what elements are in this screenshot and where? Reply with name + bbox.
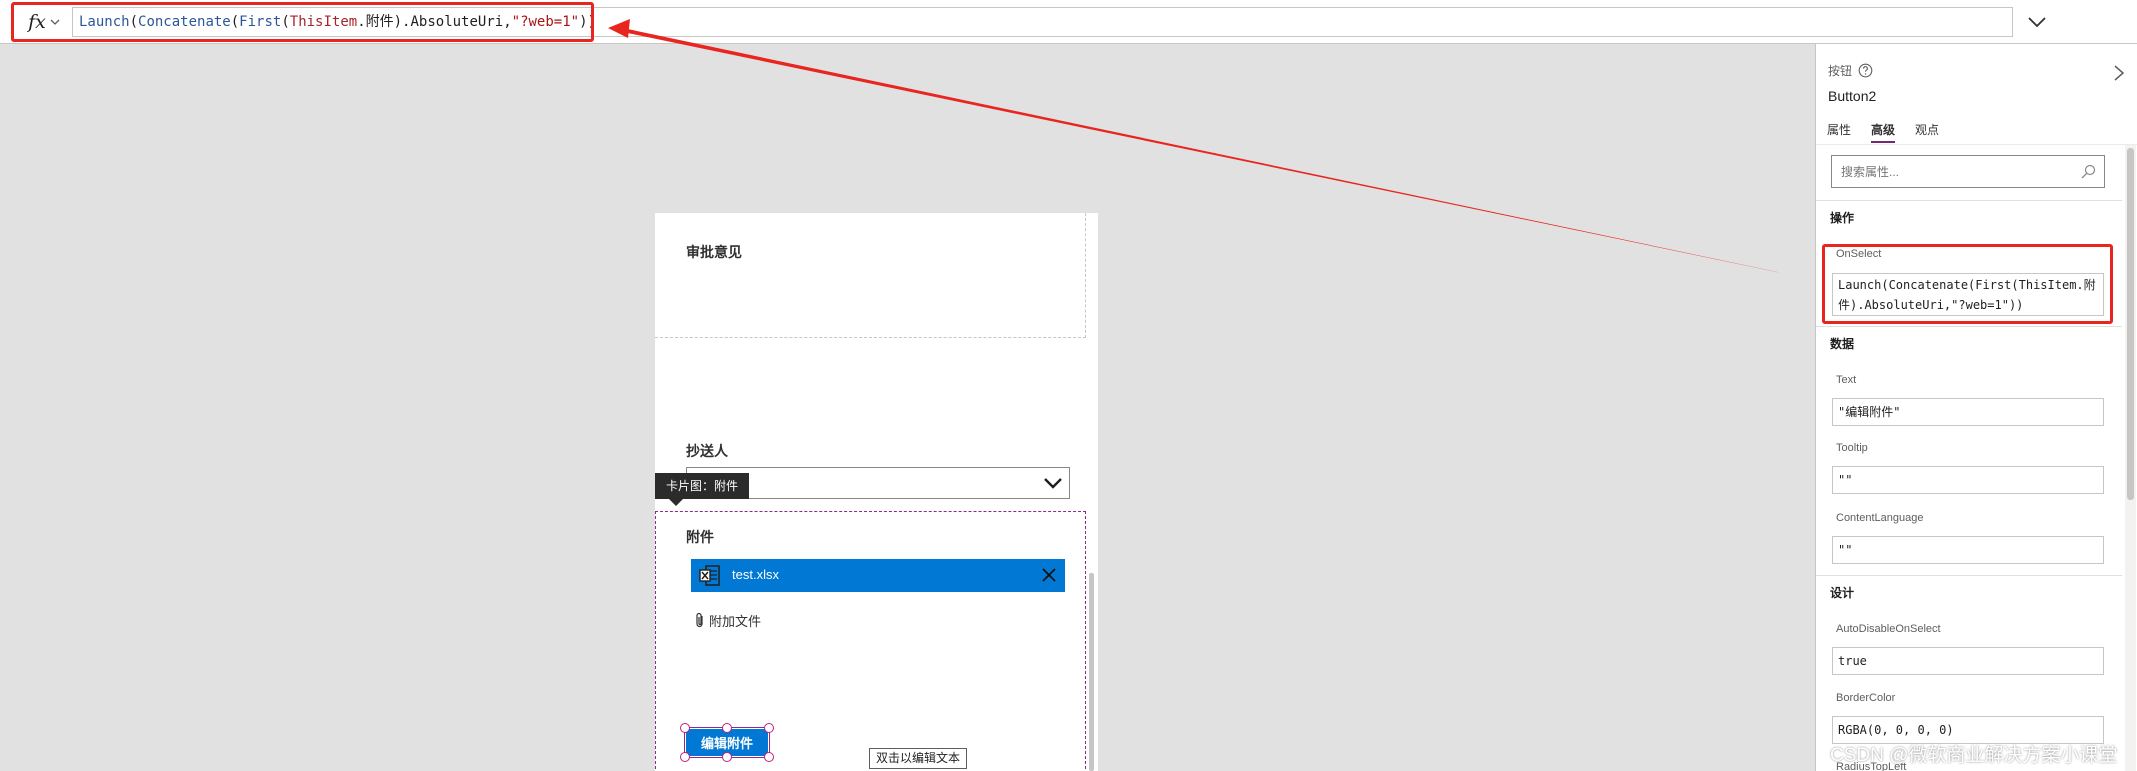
card-name-tooltip-text: 卡片图：附件 (666, 479, 739, 493)
tooltip-prop-field[interactable]: "" (1832, 466, 2104, 494)
text-prop-label: Text (1836, 374, 1857, 386)
resize-handle[interactable] (680, 752, 690, 762)
autodisable-prop-label: AutoDisableOnSelect (1836, 623, 1941, 635)
tabs-divider (1816, 144, 2137, 145)
expand-formula-button[interactable] (2022, 10, 2052, 34)
form-scrollbar[interactable] (1089, 573, 1094, 771)
contentlanguage-prop-field[interactable]: "" (1832, 536, 2104, 564)
tab-advanced[interactable]: 高级 (1871, 121, 1896, 143)
approval-card[interactable] (655, 213, 1086, 338)
close-icon[interactable] (1041, 567, 1057, 583)
contentlanguage-prop-label: ContentLanguage (1836, 512, 1924, 524)
onselect-highlight-box (1822, 244, 2113, 324)
property-panel: 按钮 Button2 属性 高级 观点 操作 OnSelect Launch(C… (1815, 44, 2137, 771)
property-search-input[interactable] (1832, 156, 2072, 187)
tab-properties[interactable]: 属性 (1827, 121, 1851, 143)
approval-label: 审批意见 (686, 244, 742, 260)
control-name: Button2 (1828, 88, 1877, 104)
section-action: 操作 (1830, 211, 1855, 225)
search-icon (2081, 164, 2096, 179)
formula-highlight-box (11, 2, 594, 42)
section-data: 数据 (1830, 337, 1855, 351)
chevron-right-icon[interactable] (2113, 64, 2125, 82)
control-type: 按钮 (1828, 62, 1873, 79)
chevron-down-icon (2028, 17, 2046, 27)
control-type-label: 按钮 (1828, 64, 1853, 78)
section-design: 设计 (1830, 586, 1855, 600)
watermark: CSDN @微软商业解决方案小课堂 (1830, 745, 2118, 766)
panel-tabs: 属性 高级 观点 (1827, 121, 1959, 143)
resize-handle[interactable] (722, 752, 732, 762)
section-divider (1816, 326, 2122, 327)
form-canvas: 审批意见 抄送人 卡片图：附件 附件 test.xlsx 附加文件 编辑附件 (655, 213, 1098, 771)
formula-bar: fx Launch(Concatenate(First(ThisItem.附件)… (0, 0, 2137, 44)
bordercolor-prop-label: BorderColor (1836, 692, 1896, 704)
tab-ideas[interactable]: 观点 (1915, 121, 1939, 143)
resize-handle[interactable] (722, 723, 732, 733)
attachment-file-item[interactable]: test.xlsx (691, 559, 1065, 592)
chevron-down-icon (1044, 478, 1062, 489)
double-click-hint: 双击以编辑文本 (869, 748, 968, 769)
panel-scrollbar-thumb[interactable] (2127, 148, 2134, 500)
card-name-tooltip: 卡片图：附件 (655, 473, 750, 506)
resize-handle[interactable] (764, 752, 774, 762)
cc-label: 抄送人 (686, 443, 728, 459)
resize-handle[interactable] (680, 723, 690, 733)
section-divider (1816, 575, 2122, 576)
text-prop-field[interactable]: "编辑附件" (1832, 398, 2104, 426)
attachment-label: 附件 (686, 529, 714, 545)
paperclip-icon (696, 612, 703, 628)
help-icon[interactable] (1858, 63, 1873, 78)
resize-handle[interactable] (764, 723, 774, 733)
attachment-file-name: test.xlsx (732, 567, 779, 582)
section-divider (1816, 200, 2122, 201)
property-search-box[interactable] (1831, 155, 2105, 188)
attach-file-link[interactable]: 附加文件 (695, 611, 761, 630)
tooltip-prop-label: Tooltip (1836, 442, 1868, 454)
excel-file-icon (699, 565, 720, 586)
autodisable-prop-field[interactable]: true (1832, 647, 2104, 675)
attach-file-label: 附加文件 (709, 614, 762, 629)
tooltip-pointer (669, 499, 683, 506)
